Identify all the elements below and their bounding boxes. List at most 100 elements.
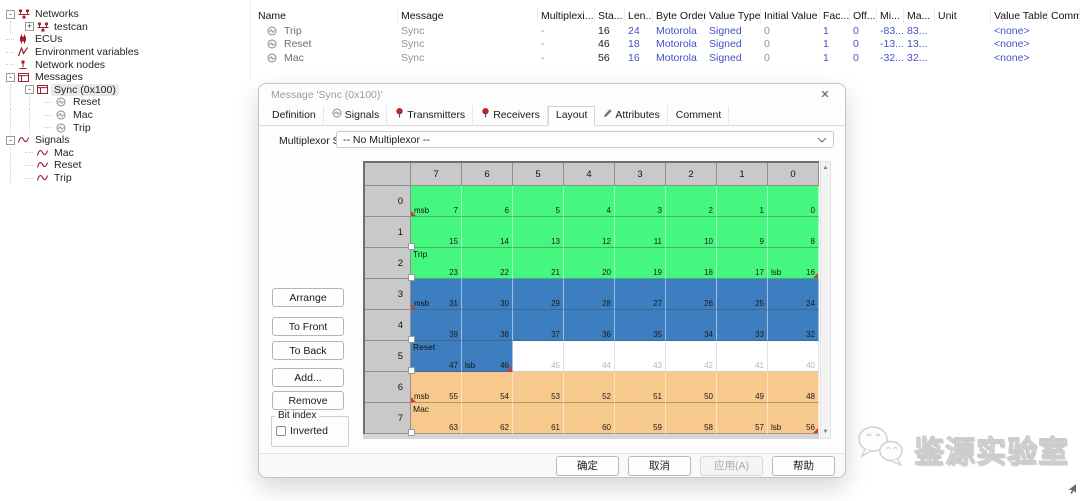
bit-cell-62[interactable]: 62	[462, 403, 513, 434]
tree-item-trip[interactable]: Trip	[6, 172, 248, 185]
bit-cell-28[interactable]: 28	[564, 279, 615, 310]
collapse-icon[interactable]: -	[6, 10, 15, 19]
column-header-fac[interactable]: Fac...	[820, 8, 850, 24]
bit-cell-1[interactable]: 1	[717, 186, 768, 217]
bit-cell-16[interactable]: lsb16	[768, 248, 819, 279]
bit-cell-2[interactable]: 2	[666, 186, 717, 217]
column-header-message[interactable]: Message	[398, 8, 538, 24]
collapse-icon[interactable]: -	[6, 136, 15, 145]
bit-cell-12[interactable]: 12	[564, 217, 615, 248]
tree-item-mac[interactable]: Mac	[6, 147, 248, 160]
tree-item-sync-0x100[interactable]: -Sync (0x100)	[6, 84, 248, 97]
tree-item-environment-variables[interactable]: Environment variables	[6, 46, 248, 59]
bit-cell-21[interactable]: 21	[513, 248, 564, 279]
table-row-trip[interactable]: TripSync-1624MotorolaSigned010-83...83..…	[255, 24, 1080, 38]
bit-cell-27[interactable]: 27	[615, 279, 666, 310]
tab-transmitters[interactable]: Transmitters	[387, 105, 473, 125]
expand-icon[interactable]: +	[25, 22, 34, 31]
column-header-len[interactable]: Len...	[625, 8, 653, 24]
table-row-mac[interactable]: MacSync-5616MotorolaSigned010-32...32...…	[255, 51, 1080, 65]
bit-cell-61[interactable]: 61	[513, 403, 564, 434]
bit-cell-39[interactable]: 39	[411, 310, 462, 341]
bit-cell-40[interactable]: 40	[768, 341, 819, 372]
bit-cell-14[interactable]: 14	[462, 217, 513, 248]
bit-cell-5[interactable]: 5	[513, 186, 564, 217]
bit-cell-10[interactable]: 10	[666, 217, 717, 248]
column-header-ma[interactable]: Ma...	[904, 8, 935, 24]
bit-cell-0[interactable]: 0	[768, 186, 819, 217]
bit-cell-52[interactable]: 52	[564, 372, 615, 403]
bit-cell-31[interactable]: msb31	[411, 279, 462, 310]
bit-cell-30[interactable]: 30	[462, 279, 513, 310]
bit-cell-59[interactable]: 59	[615, 403, 666, 434]
resize-handle[interactable]	[408, 274, 415, 281]
bit-cell-34[interactable]: 34	[666, 310, 717, 341]
bit-cell-3[interactable]: 3	[615, 186, 666, 217]
bit-cell-33[interactable]: 33	[717, 310, 768, 341]
bit-cell-4[interactable]: 4	[564, 186, 615, 217]
collapse-icon[interactable]: -	[25, 85, 34, 94]
resize-handle[interactable]	[408, 367, 415, 374]
column-header-value-type[interactable]: Value Type	[706, 8, 761, 24]
inverted-checkbox[interactable]: Inverted	[276, 425, 328, 437]
bit-cell-11[interactable]: 11	[615, 217, 666, 248]
bit-cell-48[interactable]: 48	[768, 372, 819, 403]
multiplexor-select[interactable]: -- No Multiplexor --	[336, 131, 834, 148]
bit-cell-50[interactable]: 50	[666, 372, 717, 403]
scroll-up-icon[interactable]: ▲	[821, 163, 830, 173]
resize-handle[interactable]	[408, 336, 415, 343]
tab-signals[interactable]: Signals	[324, 105, 387, 125]
tree-item-signals[interactable]: -Signals	[6, 134, 248, 147]
bit-cell-15[interactable]: 15	[411, 217, 462, 248]
bit-cell-8[interactable]: 8	[768, 217, 819, 248]
tree-item-trip[interactable]: Trip	[6, 121, 248, 134]
tab-attributes[interactable]: Attributes	[595, 105, 667, 125]
column-header-initial-value[interactable]: Initial Value	[761, 8, 820, 24]
column-header-off[interactable]: Off...	[850, 8, 877, 24]
tab-layout[interactable]: Layout	[548, 106, 596, 126]
bit-cell-45[interactable]: 45	[513, 341, 564, 372]
dialog-titlebar[interactable]: Message 'Sync (0x100)' ✕	[259, 84, 845, 105]
resize-handle[interactable]	[408, 429, 415, 436]
tree-item-reset[interactable]: Reset	[6, 159, 248, 172]
bit-cell-19[interactable]: 19	[615, 248, 666, 279]
collapse-icon[interactable]: -	[6, 73, 15, 82]
bit-cell-25[interactable]: 25	[717, 279, 768, 310]
bit-cell-38[interactable]: 38	[462, 310, 513, 341]
bit-cell-23[interactable]: Trip23	[411, 248, 462, 279]
bit-cell-55[interactable]: msb55	[411, 372, 462, 403]
bit-cell-43[interactable]: 43	[615, 341, 666, 372]
bit-cell-37[interactable]: 37	[513, 310, 564, 341]
column-header-byte-order[interactable]: Byte Order	[653, 8, 706, 24]
bit-cell-7[interactable]: msb7	[411, 186, 462, 217]
bit-cell-17[interactable]: 17	[717, 248, 768, 279]
grid-vertical-scrollbar[interactable]: ▲ ▼	[820, 161, 831, 439]
column-header-multiplexi[interactable]: Multiplexi...	[538, 8, 595, 24]
cancel-button[interactable]: 取消	[628, 456, 691, 476]
bit-cell-9[interactable]: 9	[717, 217, 768, 248]
bit-cell-20[interactable]: 20	[564, 248, 615, 279]
bit-cell-35[interactable]: 35	[615, 310, 666, 341]
bit-cell-36[interactable]: 36	[564, 310, 615, 341]
column-header-comm[interactable]: Comm	[1048, 8, 1080, 24]
tree-item-ecus[interactable]: ECUs	[6, 33, 248, 46]
bit-cell-54[interactable]: 54	[462, 372, 513, 403]
tab-receivers[interactable]: Receivers	[473, 105, 548, 125]
bit-cell-41[interactable]: 41	[717, 341, 768, 372]
bit-cell-18[interactable]: 18	[666, 248, 717, 279]
arrange-button[interactable]: Arrange	[272, 288, 344, 307]
add-button[interactable]: Add...	[272, 368, 344, 387]
bit-cell-13[interactable]: 13	[513, 217, 564, 248]
to-front-button[interactable]: To Front	[272, 317, 344, 336]
remove-button[interactable]: Remove	[272, 391, 344, 410]
tab-definition[interactable]: Definition	[264, 106, 324, 125]
bit-cell-24[interactable]: 24	[768, 279, 819, 310]
bit-cell-6[interactable]: 6	[462, 186, 513, 217]
bit-cell-63[interactable]: Mac63	[411, 403, 462, 434]
ok-button[interactable]: 确定	[556, 456, 619, 476]
bit-cell-49[interactable]: 49	[717, 372, 768, 403]
help-button[interactable]: 帮助	[772, 456, 835, 476]
bit-cell-42[interactable]: 42	[666, 341, 717, 372]
column-header-name[interactable]: Name	[255, 8, 398, 24]
checkbox-box[interactable]	[276, 426, 286, 436]
